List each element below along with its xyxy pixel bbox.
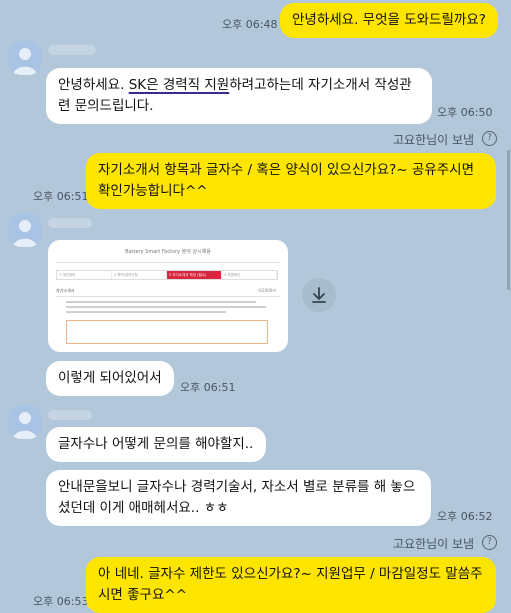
chat-bubble-mine[interactable]: 안녕하세요. 무엇을 도와드릴까요? xyxy=(280,3,498,38)
divider xyxy=(56,262,280,263)
message-line: 안내문을보니 글자수나 경력기술서, 자소서 별로 분류를 해 놓으 xyxy=(58,479,416,495)
message-line: 셨던데 이게 애매헤서요.. ㅎㅎ xyxy=(58,500,229,516)
message-line: 시면 좋구요^^ xyxy=(98,587,188,603)
image-step-active: 3 자기소개서 작성 (필수) xyxy=(167,271,222,279)
message-time: 오후 06:53 xyxy=(33,595,89,608)
scrollbar[interactable] xyxy=(506,0,511,606)
download-button[interactable] xyxy=(302,278,336,312)
download-icon xyxy=(312,287,326,303)
message-time: 오후 06:48 xyxy=(222,18,278,31)
message-time: 오후 06:51 xyxy=(33,190,89,203)
message-line: 안녕하세요. SK은 경력직 지원하려고하는데 자기소개서 작성관 xyxy=(58,75,420,96)
sent-by-notice: 고요한님이 보냄 xyxy=(393,537,475,551)
message-time: 오후 06:51 xyxy=(180,381,236,394)
message-line: 자기소개서 항목과 글자수 / 혹은 양식이 있으신가요?~ 공유주시면 xyxy=(98,162,474,178)
sent-by-notice: 고요한님이 보냄 xyxy=(393,133,475,147)
chat-bubble-theirs[interactable]: 글자수나 어떻게 문의를 해야할지.. xyxy=(46,427,266,462)
message-time: 오후 06:52 xyxy=(437,510,493,523)
image-step: 4 최종확인 xyxy=(222,271,277,279)
chat-bubble-mine[interactable]: 자기소개서 항목과 글자수 / 혹은 양식이 있으신가요?~ 공유주시면 확인가… xyxy=(86,153,496,209)
message-line: 아 네네. 글자수 제한도 있으신가요?~ 지원업무 / 마감일정도 말씀주 xyxy=(98,566,483,582)
message-line: 확인가능합니다^^ xyxy=(98,183,208,199)
avatar[interactable] xyxy=(8,41,42,75)
avatar[interactable] xyxy=(8,405,42,439)
chat-bubble-mine[interactable]: 아 네네. 글자수 제한도 있으신가요?~ 지원업무 / 마감일정도 말씀주 시… xyxy=(86,557,496,613)
sender-name xyxy=(48,410,92,420)
question-circle-icon[interactable]: ? xyxy=(482,535,497,550)
chat-bubble-theirs[interactable]: 안녕하세요. SK은 경력직 지원하려고하는데 자기소개서 작성관 련 문의드립… xyxy=(46,68,432,124)
image-field-label: 자기소개서 xyxy=(56,288,75,293)
scrollbar-thumb[interactable] xyxy=(507,150,510,290)
message-text: 안녕하세요. xyxy=(58,77,129,93)
image-attachment[interactable]: Battery Smart Factory 분야 상시채용 1 개인정보 2 학… xyxy=(48,240,288,352)
message-text: 하려고하는데 자기소개서 작성관 xyxy=(229,77,412,93)
message-time: 오후 06:50 xyxy=(437,106,493,119)
image-text-line xyxy=(66,301,256,303)
chat-bubble-theirs[interactable]: 안내문을보니 글자수나 경력기술서, 자소서 별로 분류를 해 놓으 셨던데 이… xyxy=(46,470,431,526)
chat-bubble-theirs[interactable]: 이렇게 되어있어서 xyxy=(46,361,174,396)
image-field-counter: 0/2000자 xyxy=(258,288,276,293)
image-step: 1 개인정보 xyxy=(57,271,112,279)
message-line: 련 문의드립니다. xyxy=(58,98,154,114)
image-textarea xyxy=(66,320,268,344)
image-text-line xyxy=(66,306,266,308)
image-doc-title: Battery Smart Factory 분야 상시채용 xyxy=(125,249,211,255)
message-text: 이렇게 되어있어서 xyxy=(58,370,162,386)
image-step-bar: 1 개인정보 2 학력/경력사항 3 자기소개서 작성 (필수) 4 최종확인 xyxy=(56,270,278,280)
person-avatar-icon xyxy=(13,48,37,75)
person-avatar-icon xyxy=(13,220,37,247)
underlined-text: SK은 경력직 지원 xyxy=(128,77,230,93)
divider xyxy=(56,296,280,297)
message-text: 글자수나 어떻게 문의를 해야할지.. xyxy=(58,436,254,452)
image-step: 2 학력/경력사항 xyxy=(112,271,167,279)
image-text-line xyxy=(66,311,226,313)
person-avatar-icon xyxy=(13,412,37,439)
question-circle-icon[interactable]: ? xyxy=(482,131,497,146)
sender-name xyxy=(48,45,96,55)
message-text: 안녕하세요. 무엇을 도와드릴까요? xyxy=(292,12,486,28)
sender-name xyxy=(48,218,92,228)
avatar[interactable] xyxy=(8,213,42,247)
